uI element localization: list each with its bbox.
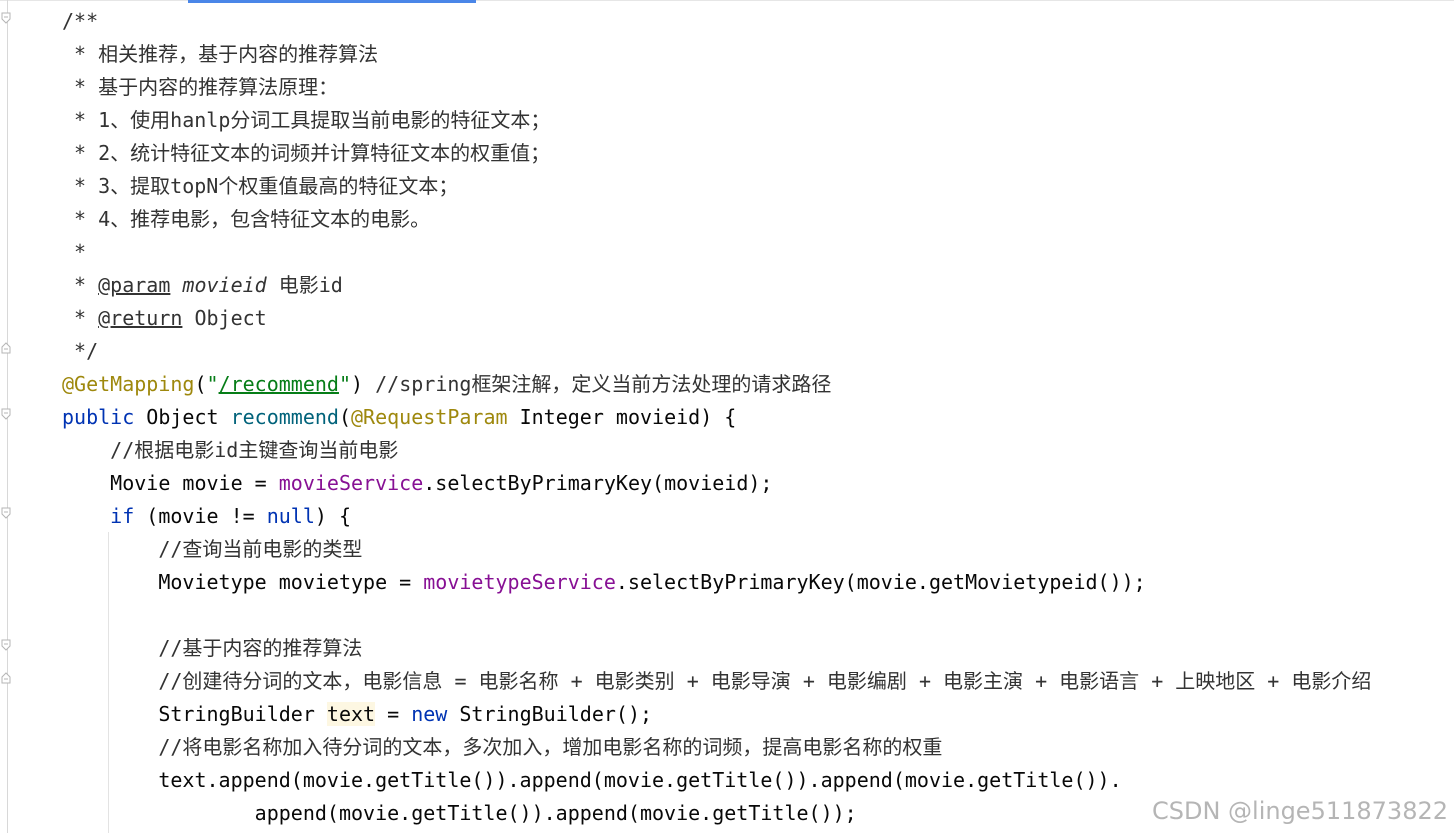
javadoc-space: [170, 273, 182, 297]
code-line: /**: [62, 5, 1371, 38]
watermark-text: CSDN @linge511873822: [1151, 797, 1448, 825]
paren: (: [338, 405, 351, 429]
javadoc-text: * 基于内容的推荐算法原理：: [62, 75, 339, 99]
javadoc-text: * 1、使用hanlp分词工具提取当前电影的特征文本；: [62, 108, 551, 132]
line-comment: //基于内容的推荐算法: [62, 636, 363, 660]
keyword: null: [266, 504, 315, 528]
field-reference[interactable]: movietypeService: [423, 570, 616, 594]
fold-close-icon[interactable]: [1, 672, 11, 684]
paren: ): [351, 372, 376, 396]
code-text: .selectByPrimaryKey(movieid);: [423, 471, 773, 495]
code-line: *: [62, 236, 1371, 269]
code-line: * @return Object: [62, 302, 1371, 335]
line-comment: //将电影名称加入待分词的文本，多次加入，增加电影名称的词频，提高电影名称的权重: [62, 735, 943, 759]
string-quote: ": [206, 372, 219, 396]
fold-open-icon[interactable]: [1, 639, 11, 651]
highlighted-variable[interactable]: text: [326, 702, 376, 726]
code-line: */: [62, 335, 1371, 368]
javadoc-text: *: [62, 273, 99, 297]
field-reference[interactable]: movieService: [279, 471, 424, 495]
code-area[interactable]: /** * 相关推荐，基于内容的推荐算法 * 基于内容的推荐算法原理： * 1、…: [62, 5, 1371, 830]
code-line: //根据电影id主键查询当前电影: [62, 434, 1371, 467]
code-line: public Object recommend(@RequestParam In…: [62, 401, 1371, 434]
code-line: StringBuilder text = new StringBuilder()…: [62, 698, 1371, 731]
javadoc-text: 电影id: [266, 273, 343, 297]
code-line: Movietype movietype = movietypeService.s…: [62, 566, 1371, 599]
fold-open-icon[interactable]: [1, 408, 11, 420]
javadoc-text: Object: [182, 306, 267, 330]
code-line: * 基于内容的推荐算法原理：: [62, 71, 1371, 104]
annotation: @RequestParam: [351, 405, 508, 429]
javadoc-text: *: [62, 306, 99, 330]
fold-open-icon[interactable]: [1, 507, 11, 519]
javadoc-return-tag: @return: [98, 306, 183, 330]
code-line: if (movie != null) {: [62, 500, 1371, 533]
line-comment: //spring框架注解，定义当前方法处理的请求路径: [375, 372, 832, 396]
code-text: StringBuilder();: [447, 702, 653, 726]
javadoc-text: * 4、推荐电影，包含特征文本的电影。: [62, 207, 431, 231]
code-line: //基于内容的推荐算法: [62, 632, 1371, 665]
code-text: append(movie.getTitle()).append(movie.ge…: [62, 801, 857, 825]
javadoc-text: * 3、提取topN个权重值最高的特征文本；: [62, 174, 459, 198]
code-text: text.append(movie.getTitle()).append(mov…: [62, 768, 1122, 792]
javadoc-param-tag: @param: [98, 273, 171, 297]
code-line: //创建待分词的文本，电影信息 = 电影名称 + 电影类别 + 电影导演 + 电…: [62, 665, 1371, 698]
code-line: * @param movieid 电影id: [62, 269, 1371, 302]
code-text: ) {: [314, 504, 352, 528]
fold-open-icon[interactable]: [1, 12, 11, 24]
javadoc-text: *: [62, 240, 87, 264]
type-name: Object: [134, 405, 231, 429]
code-line: * 相关推荐，基于内容的推荐算法: [62, 38, 1371, 71]
code-line: //查询当前电影的类型: [62, 533, 1371, 566]
javadoc-param-name: movieid: [182, 273, 267, 297]
code-line: text.append(movie.getTitle()).append(mov…: [62, 764, 1371, 797]
javadoc-text: /**: [62, 9, 99, 33]
javadoc-text: */: [62, 339, 99, 363]
code-text: (movie !=: [134, 504, 267, 528]
paren: (: [194, 372, 207, 396]
code-line: * 1、使用hanlp分词工具提取当前电影的特征文本；: [62, 104, 1371, 137]
annotation: @GetMapping: [62, 372, 195, 396]
javadoc-text: * 2、统计特征文本的词频并计算特征文本的权重值；: [62, 141, 551, 165]
code-line: @GetMapping("/recommend") //spring框架注解，定…: [62, 368, 1371, 401]
code-text: Movietype movietype =: [62, 570, 424, 594]
keyword: public: [62, 405, 135, 429]
request-path-link[interactable]: /recommend: [219, 372, 339, 396]
code-line: * 3、提取topN个权重值最高的特征文本；: [62, 170, 1371, 203]
code-line: Movie movie = movieService.selectByPrima…: [62, 467, 1371, 500]
code-line: //将电影名称加入待分词的文本，多次加入，增加电影名称的词频，提高电影名称的权重: [62, 731, 1371, 764]
line-comment: //根据电影id主键查询当前电影: [62, 438, 399, 462]
code-line: * 2、统计特征文本的词频并计算特征文本的权重值；: [62, 137, 1371, 170]
code-text: Movie movie =: [62, 471, 279, 495]
fold-close-icon[interactable]: [1, 342, 11, 354]
code-text: =: [375, 702, 412, 726]
code-text: .selectByPrimaryKey(movie.getMovietypeid…: [615, 570, 1146, 594]
javadoc-text: * 相关推荐，基于内容的推荐算法: [62, 42, 379, 66]
line-comment: //查询当前电影的类型: [62, 537, 363, 561]
active-tab-indicator: [188, 0, 476, 3]
code-line: * 4、推荐电影，包含特征文本的电影。: [62, 203, 1371, 236]
method-name[interactable]: recommend: [231, 405, 339, 429]
string-quote: ": [338, 372, 352, 396]
line-comment: //创建待分词的文本，电影信息 = 电影名称 + 电影类别 + 电影导演 + 电…: [62, 669, 1372, 693]
keyword: new: [411, 702, 448, 726]
keyword: if: [110, 504, 135, 528]
code-text: StringBuilder: [62, 702, 327, 726]
code-text: Integer movieid) {: [507, 405, 737, 429]
code-editor[interactable]: /** * 相关推荐，基于内容的推荐算法 * 基于内容的推荐算法原理： * 1、…: [0, 0, 1454, 833]
